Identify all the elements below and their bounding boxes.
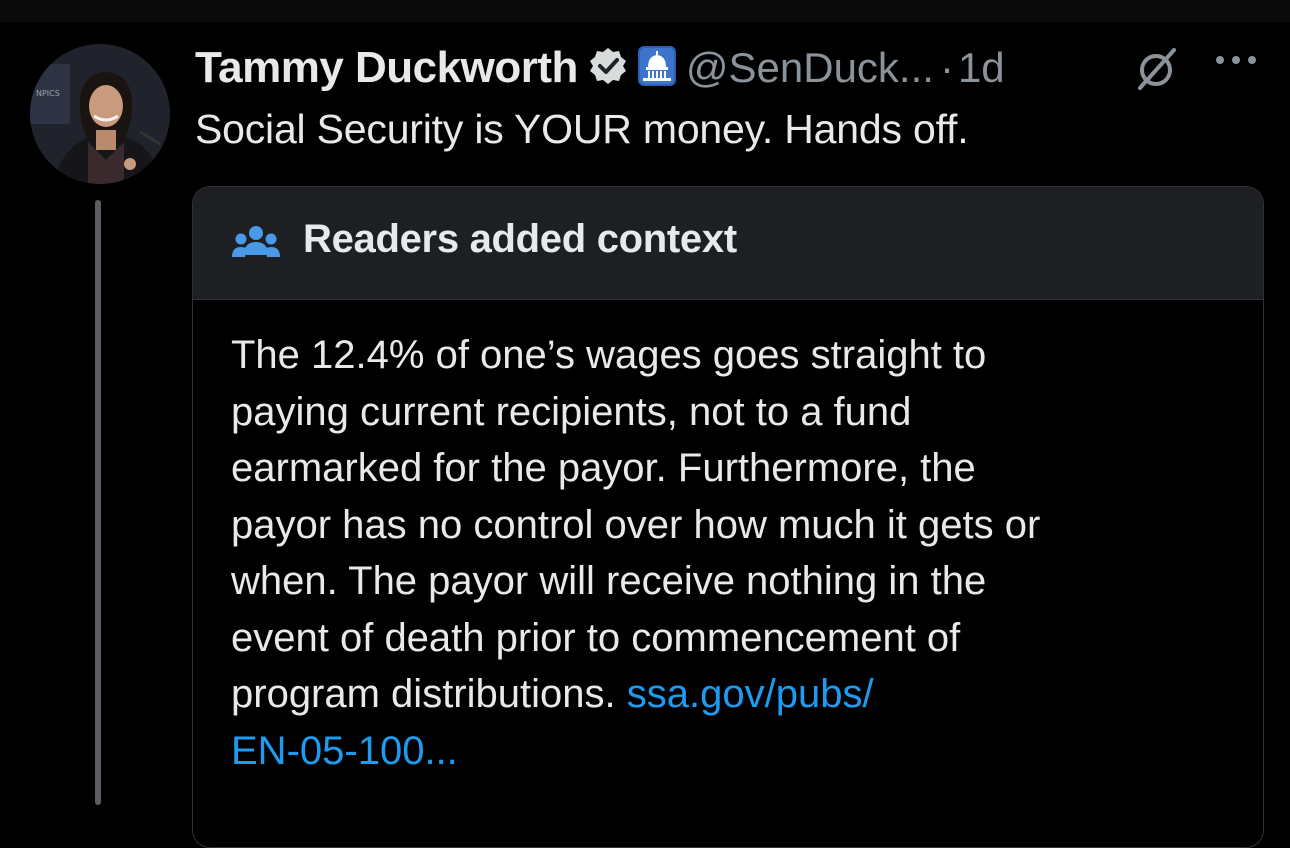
more-options-icon[interactable] <box>1213 52 1259 73</box>
note-line: paying current recipients, not to a fund <box>231 389 912 434</box>
note-line-with-link: program distributions. ssa.gov/pubs/ <box>231 666 1241 723</box>
community-note-header: Readers added context <box>193 187 1263 300</box>
user-handle[interactable]: @SenDuck... <box>686 44 934 92</box>
avatar[interactable]: NPICS <box>30 44 170 184</box>
display-name[interactable]: Tammy Duckworth <box>195 43 578 93</box>
source-link-continued[interactable]: EN-05-100... <box>231 729 458 773</box>
note-line: earmarked for the payor. Furthermore, th… <box>231 446 976 490</box>
post-header: Tammy Duckworth @SenDuck... · 1d <box>195 40 1005 96</box>
community-note-body: The 12.4% of one’s wages goes straight t… <box>231 327 1241 779</box>
thread-connector <box>95 200 101 805</box>
grok-icon[interactable] <box>1134 46 1180 97</box>
note-line: event of death prior to commencement of <box>231 615 961 660</box>
note-line: The 12.4% of one’s wages goes straight t… <box>231 333 987 377</box>
note-line: payor has no control over how much it ge… <box>231 502 1041 547</box>
community-note-card[interactable]: Readers added context The 12.4% of one’s… <box>192 186 1264 848</box>
readers-group-icon <box>231 223 281 268</box>
avatar-photo: NPICS <box>30 44 170 184</box>
post-text: Social Security is YOUR money. Hands off… <box>195 106 969 152</box>
community-note-title: Readers added context <box>303 217 737 261</box>
us-capitol-icon <box>637 45 676 91</box>
post-timestamp[interactable]: 1d <box>958 44 1005 92</box>
verified-badge-icon <box>588 46 628 91</box>
separator-dot: · <box>939 44 954 91</box>
top-divider <box>0 0 1290 22</box>
source-link[interactable]: ssa.gov/pubs/ <box>627 672 874 716</box>
svg-text:NPICS: NPICS <box>36 89 60 98</box>
note-line: when. The payor will receive nothing in … <box>231 559 987 603</box>
note-link-continuation: EN-05-100... <box>231 723 1241 780</box>
note-line-text: program distributions. <box>231 672 616 716</box>
